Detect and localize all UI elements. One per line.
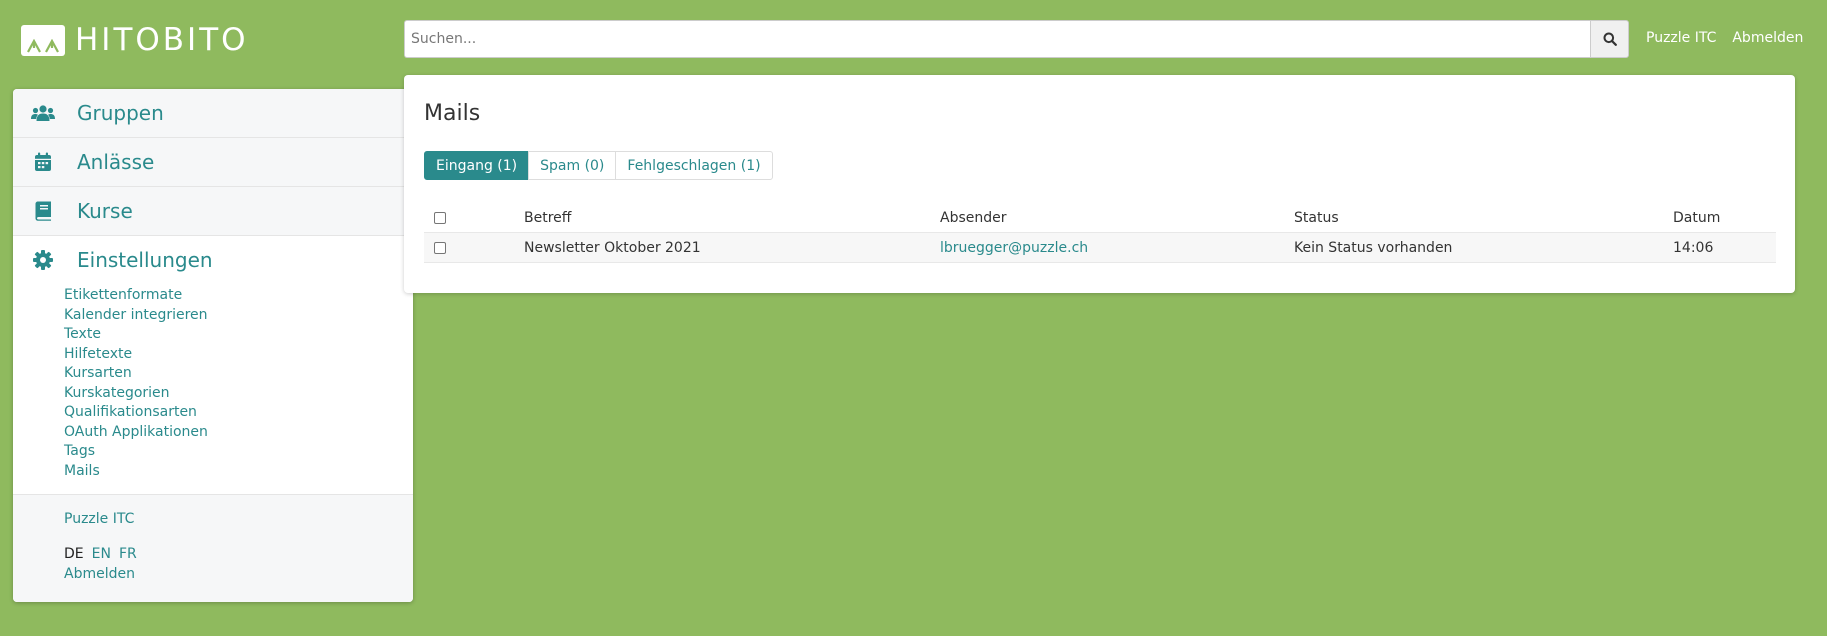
language-option-en[interactable]: EN bbox=[92, 546, 111, 562]
table-header-row: Betreff Absender Status Datum bbox=[424, 203, 1776, 233]
users-icon bbox=[31, 102, 55, 124]
mail-tabs: Eingang (1) Spam (0) Fehlgeschlagen (1) bbox=[424, 151, 773, 180]
logo-icon bbox=[21, 24, 65, 56]
nav-label-einstellungen: Einstellungen bbox=[77, 248, 213, 272]
header-link-organization[interactable]: Puzzle ITC bbox=[1646, 30, 1716, 46]
row-select-cell bbox=[424, 232, 524, 263]
column-header-status: Status bbox=[1294, 209, 1339, 226]
submenu-item-etikettenformate[interactable]: Etikettenformate bbox=[64, 286, 413, 306]
cell-subject: Newsletter Oktober 2021 bbox=[524, 232, 940, 263]
footer-organization-link[interactable]: Puzzle ITC bbox=[64, 511, 134, 527]
cell-sender: lbruegger@puzzle.ch bbox=[940, 232, 1294, 263]
language-current: DE bbox=[64, 546, 84, 562]
nav-label-anlaesse: Anlässe bbox=[77, 150, 155, 174]
footer-logout-link[interactable]: Abmelden bbox=[64, 566, 135, 582]
submenu-item-oauth-applikationen[interactable]: OAuth Applikationen bbox=[64, 423, 413, 443]
search-icon bbox=[1603, 32, 1617, 46]
row-checkbox[interactable] bbox=[434, 241, 446, 254]
header-links: Puzzle ITC Abmelden bbox=[1646, 30, 1803, 46]
submenu-item-kursarten[interactable]: Kursarten bbox=[64, 364, 413, 384]
column-header-betreff: Betreff bbox=[524, 209, 572, 226]
nav-item-einstellungen[interactable]: Einstellungen bbox=[13, 236, 413, 284]
logo-text: HITOBITO bbox=[75, 22, 249, 58]
header-link-logout[interactable]: Abmelden bbox=[1732, 30, 1803, 46]
search-bar bbox=[404, 20, 1629, 58]
search-input[interactable] bbox=[404, 20, 1590, 58]
language-option-fr[interactable]: FR bbox=[119, 546, 137, 562]
cell-status: Kein Status vorhanden bbox=[1294, 232, 1673, 263]
tab-spam[interactable]: Spam (0) bbox=[528, 151, 617, 180]
nav-label-gruppen: Gruppen bbox=[77, 101, 164, 125]
select-all-checkbox[interactable] bbox=[434, 211, 446, 224]
nav-label-kurse: Kurse bbox=[77, 199, 133, 223]
sidebar: Gruppen Anlässe Kurse Einstellungen Etik… bbox=[13, 89, 413, 602]
language-switcher: DE EN FR bbox=[64, 546, 137, 562]
tab-eingang[interactable]: Eingang (1) bbox=[424, 151, 530, 180]
mails-table: Betreff Absender Status Datum Newsletter… bbox=[424, 203, 1776, 263]
nav-item-gruppen[interactable]: Gruppen bbox=[13, 89, 413, 138]
submenu-item-texte[interactable]: Texte bbox=[64, 325, 413, 345]
submenu-item-kurskategorien[interactable]: Kurskategorien bbox=[64, 384, 413, 404]
sender-link[interactable]: lbruegger@puzzle.ch bbox=[940, 240, 1088, 256]
hitobito-logo[interactable]: HITOBITO bbox=[21, 22, 249, 58]
column-header-absender: Absender bbox=[940, 209, 1007, 226]
table-row[interactable]: Newsletter Oktober 2021 lbruegger@puzzle… bbox=[424, 232, 1776, 263]
settings-submenu: Etikettenformate Kalender integrieren Te… bbox=[13, 286, 413, 481]
submenu-item-qualifikationsarten[interactable]: Qualifikationsarten bbox=[64, 403, 413, 423]
cell-date: 14:06 bbox=[1673, 232, 1776, 263]
submenu-item-kalender-integrieren[interactable]: Kalender integrieren bbox=[64, 306, 413, 326]
main-card: Mails Eingang (1) Spam (0) Fehlgeschlage… bbox=[404, 75, 1795, 293]
page-title: Mails bbox=[424, 101, 481, 126]
tab-fehlgeschlagen[interactable]: Fehlgeschlagen (1) bbox=[615, 151, 773, 180]
book-icon bbox=[31, 200, 55, 222]
submenu-item-hilfetexte[interactable]: Hilfetexte bbox=[64, 345, 413, 365]
submenu-item-tags[interactable]: Tags bbox=[64, 442, 413, 462]
sidebar-footer: Puzzle ITC DE EN FR Abmelden bbox=[13, 494, 413, 602]
header-select-all-cell bbox=[424, 203, 524, 233]
nav-item-kurse[interactable]: Kurse bbox=[13, 187, 413, 236]
gear-icon bbox=[31, 249, 55, 271]
search-button[interactable] bbox=[1590, 20, 1629, 58]
submenu-item-mails[interactable]: Mails bbox=[64, 462, 413, 482]
calendar-icon bbox=[31, 151, 55, 173]
nav-item-anlaesse[interactable]: Anlässe bbox=[13, 138, 413, 187]
column-header-datum: Datum bbox=[1673, 209, 1721, 226]
